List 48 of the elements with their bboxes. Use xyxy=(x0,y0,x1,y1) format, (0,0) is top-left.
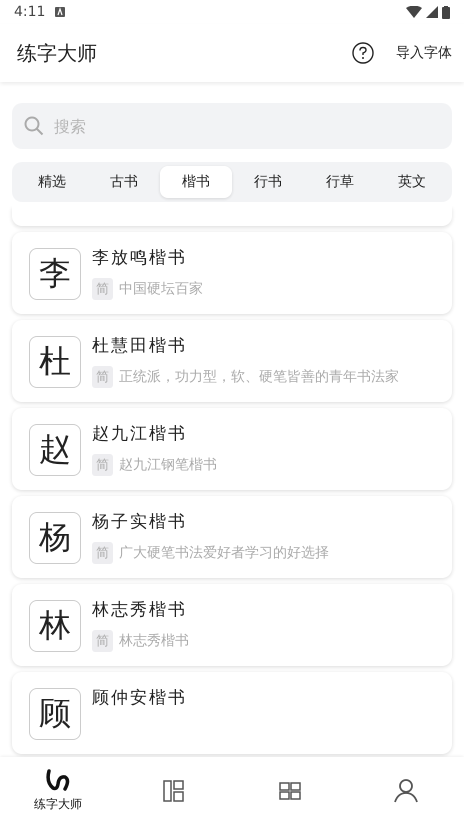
nav-tab[interactable]: 练字大师 xyxy=(0,757,116,824)
font-preview: 李 xyxy=(29,248,81,300)
font-name: 赵九江楷书 xyxy=(92,423,188,445)
font-name: 林志秀楷书 xyxy=(92,599,188,621)
font-description: 中国硬坛百家 xyxy=(119,280,203,298)
category-tab[interactable]: 精选 xyxy=(16,166,88,198)
app-title: 练字大师 xyxy=(17,40,98,66)
signal-icon xyxy=(426,6,438,18)
font-name: 顾仲安楷书 xyxy=(92,687,187,709)
font-name: 李放鸣楷书 xyxy=(92,247,188,269)
font-description: 正统派，功力型，软、硬笔皆善的青年书法家 xyxy=(119,368,399,386)
tag: 简 xyxy=(92,366,113,388)
tag: 简 xyxy=(92,542,113,564)
brush-logo-icon xyxy=(45,768,71,792)
import-font-button[interactable]: 导入字体 xyxy=(396,44,452,62)
font-card[interactable]: 林 林志秀楷书 简 林志秀楷书 xyxy=(12,584,452,666)
wifi-icon xyxy=(406,6,422,18)
font-preview: 赵 xyxy=(29,424,81,476)
font-card[interactable]: 李 李放鸣楷书 简 中国硬坛百家 xyxy=(12,232,452,314)
user-icon xyxy=(393,778,419,802)
font-card[interactable]: 顾 顾仲安楷书 xyxy=(12,672,452,754)
font-card[interactable]: 杨 杨子实楷书 简 广大硬笔书法爱好者学习的好选择 xyxy=(12,496,452,578)
status-time: 4:11 xyxy=(14,4,46,20)
font-preview: 林 xyxy=(29,600,81,652)
category-tab[interactable]: 楷书 xyxy=(160,166,232,198)
battery-icon xyxy=(442,6,450,18)
font-name: 杨子实楷书 xyxy=(92,511,188,533)
grid-icon xyxy=(279,782,301,800)
tag: 简 xyxy=(92,630,113,652)
font-description: 广大硬笔书法爱好者学习的好选择 xyxy=(119,544,329,562)
font-description: 赵九江钢笔楷书 xyxy=(119,456,217,474)
font-preview: 杨 xyxy=(29,512,81,564)
layout-icon xyxy=(163,780,185,802)
tag: 简 xyxy=(92,454,113,476)
tag: 简 xyxy=(92,278,113,300)
notification-icon xyxy=(55,7,66,17)
help-icon[interactable] xyxy=(352,42,374,64)
font-preview: 杜 xyxy=(29,336,81,388)
category-tab[interactable]: 古书 xyxy=(88,166,160,198)
font-preview: 顾 xyxy=(29,688,81,740)
font-card[interactable]: 赵 赵九江楷书 简 赵九江钢笔楷书 xyxy=(12,408,452,490)
category-tab[interactable]: 行书 xyxy=(232,166,304,198)
category-tab[interactable]: 英文 xyxy=(376,166,448,198)
search-field[interactable]: 搜索 xyxy=(12,103,452,149)
font-description: 林志秀楷书 xyxy=(119,632,189,650)
category-tab[interactable]: 行草 xyxy=(304,166,376,198)
font-name: 杜慧田楷书 xyxy=(92,335,188,357)
font-card[interactable]: 杜 杜慧田楷书 简 正统派，功力型，软、硬笔皆善的青年书法家 xyxy=(12,320,452,402)
